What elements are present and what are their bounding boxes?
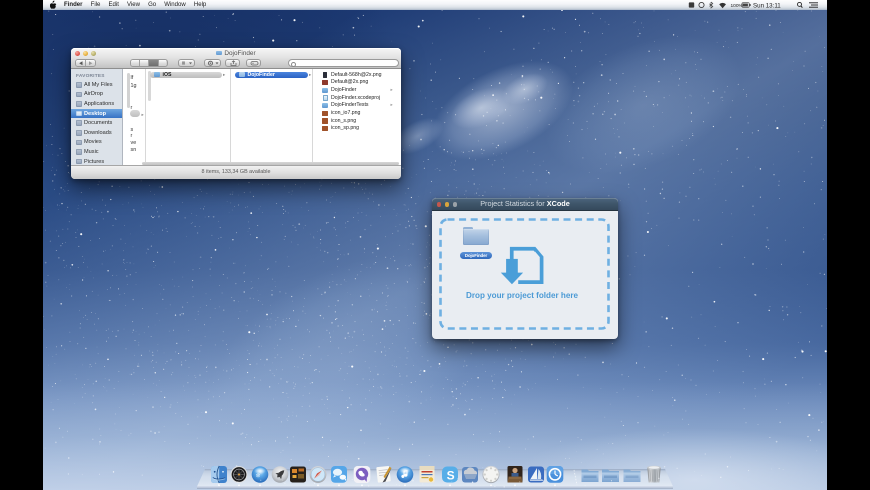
svg-text:❄: ❄ [256, 473, 261, 480]
svg-text:S: S [447, 469, 455, 483]
